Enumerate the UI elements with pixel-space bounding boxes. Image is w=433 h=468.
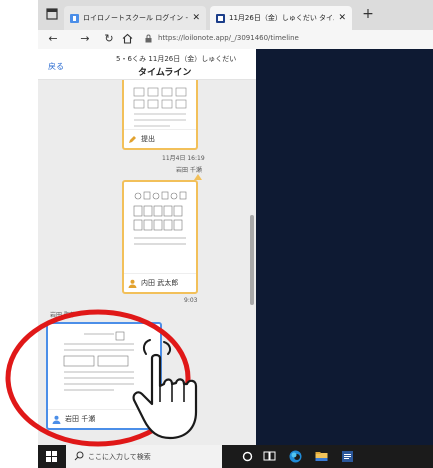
post-author-name: 岩田 千瀬 bbox=[176, 167, 202, 174]
page-title: タイムライン bbox=[138, 68, 192, 78]
back-arrow-icon[interactable]: ← bbox=[46, 32, 60, 46]
user-icon bbox=[52, 415, 61, 424]
search-icon bbox=[74, 451, 84, 461]
plus-icon[interactable]: + bbox=[360, 6, 376, 22]
user-icon bbox=[128, 279, 137, 288]
card-author: 内田 武太郎 bbox=[141, 279, 179, 287]
card-author: 提出 bbox=[141, 135, 155, 143]
post-author-name: 岩田 聖華 bbox=[50, 312, 76, 319]
app-header: 戻る 5・6くみ 11月26日（金）しゅくだい タイムライン bbox=[38, 49, 256, 80]
card-thumbnail bbox=[130, 186, 190, 266]
post-timestamp: 11月4日 16:19 bbox=[162, 155, 205, 162]
lock-icon bbox=[145, 34, 152, 43]
back-button[interactable]: 戻る bbox=[48, 61, 64, 72]
timeline[interactable]: 提出 11月4日 16:19 岩田 千瀬 内田 武太郎 9:03 岩田 聖華 岩… bbox=[38, 80, 256, 445]
cortana-icon[interactable] bbox=[240, 449, 255, 464]
edge-icon[interactable] bbox=[288, 449, 303, 464]
card-thumbnail bbox=[130, 84, 190, 132]
url-field[interactable]: https://loilonote.app/_/3091460/timeline bbox=[158, 34, 299, 42]
close-icon[interactable]: ✕ bbox=[338, 13, 346, 23]
timeline-card-selected[interactable]: 岩田 千瀬 bbox=[46, 322, 162, 430]
tab-login[interactable]: ロイロノートスクール ログイン - search ✕ bbox=[64, 6, 206, 30]
card-footer: 岩田 千瀬 bbox=[48, 409, 160, 428]
card-author: 岩田 千瀬 bbox=[65, 415, 96, 423]
close-icon[interactable]: ✕ bbox=[192, 13, 200, 23]
forward-arrow-icon[interactable]: → bbox=[78, 32, 92, 46]
browser-window: ロイロノートスクール ログイン - search ✕ 11月26日（金）しゅくだ… bbox=[38, 0, 433, 50]
favicon-icon bbox=[70, 13, 79, 23]
blank-margin bbox=[0, 0, 38, 445]
taskbar: ここに入力して検索 bbox=[38, 445, 433, 468]
taskbar-search[interactable]: ここに入力して検索 bbox=[66, 445, 222, 468]
window-icon[interactable] bbox=[46, 8, 58, 20]
screenshot: ロイロノートスクール ログイン - search ✕ 11月26日（金）しゅくだ… bbox=[0, 0, 433, 468]
tab-title: ロイロノートスクール ログイン - search bbox=[83, 14, 188, 22]
word-icon[interactable] bbox=[340, 449, 355, 464]
empty-panel bbox=[256, 49, 433, 445]
home-icon[interactable] bbox=[122, 33, 133, 44]
timeline-card[interactable]: 内田 武太郎 bbox=[122, 180, 198, 294]
page-subtitle: 5・6くみ 11月26日（金）しゅくだい bbox=[116, 55, 237, 63]
windows-start-icon[interactable] bbox=[46, 451, 57, 462]
favicon-icon bbox=[216, 13, 225, 23]
scrollbar[interactable] bbox=[250, 215, 254, 305]
card-footer: 内田 武太郎 bbox=[124, 273, 196, 292]
explorer-icon[interactable] bbox=[314, 449, 329, 464]
reload-icon[interactable]: ↻ bbox=[102, 32, 116, 46]
tab-title: 11月26日（金）しゅくだい タイムライ bbox=[229, 14, 334, 22]
pencil-icon bbox=[129, 135, 136, 143]
timeline-card[interactable]: 提出 bbox=[122, 80, 198, 150]
tab-timeline[interactable]: 11月26日（金）しゅくだい タイムライ ✕ bbox=[210, 6, 352, 30]
post-timestamp: 9:03 bbox=[184, 297, 198, 304]
tab-bar: ロイロノートスクール ログイン - search ✕ 11月26日（金）しゅくだ… bbox=[38, 0, 433, 30]
task-view-icon[interactable] bbox=[262, 449, 277, 464]
card-footer: 提出 bbox=[124, 129, 196, 148]
search-placeholder: ここに入力して検索 bbox=[88, 453, 151, 461]
card-thumbnail bbox=[54, 328, 154, 408]
address-bar: ← → ↻ https://loilonote.app/_/3091460/ti… bbox=[38, 30, 433, 50]
